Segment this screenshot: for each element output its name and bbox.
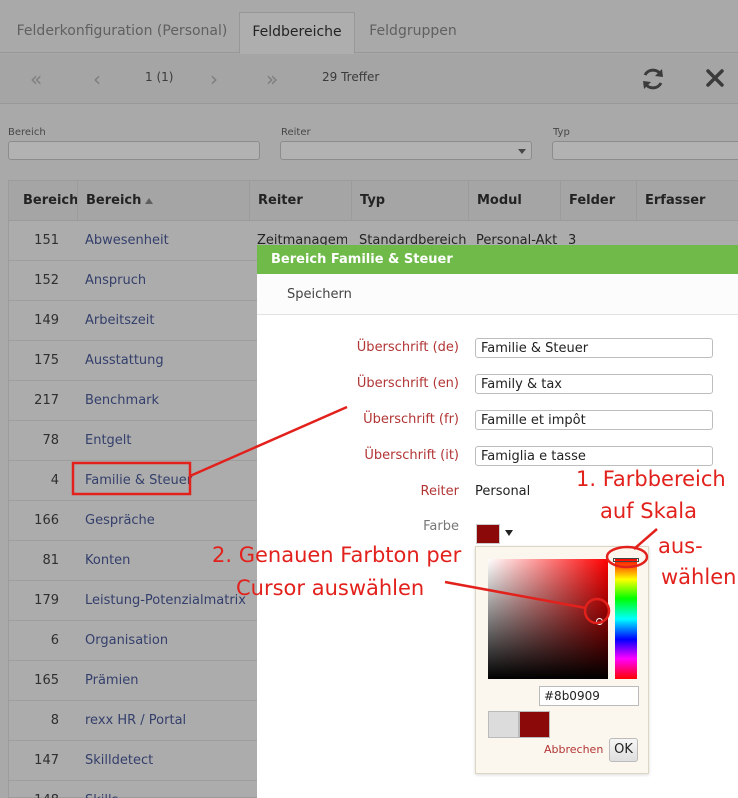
label-heading-en: Überschrift (en) <box>356 376 459 391</box>
color-swatch <box>476 524 500 544</box>
value-reiter: Personal <box>475 484 531 499</box>
input-heading-de[interactable] <box>475 338 713 358</box>
input-heading-it[interactable] <box>475 446 713 466</box>
label-heading-it: Überschrift (it) <box>364 448 459 463</box>
label-heading-fr: Überschrift (fr) <box>363 412 459 427</box>
caret-down-icon <box>505 530 513 536</box>
dialog-title: Bereich Familie & Steuer <box>257 245 738 274</box>
cancel-link[interactable]: Abbrechen <box>544 743 603 756</box>
hue-slider[interactable] <box>615 559 637 679</box>
annotation-step1-line1: 1. Farbbereich <box>576 467 726 491</box>
input-heading-fr[interactable] <box>475 410 713 430</box>
color-cursor[interactable] <box>596 618 603 625</box>
annotation-step1-line4: wählen <box>661 565 737 589</box>
input-heading-en[interactable] <box>475 374 713 394</box>
annotation-step2-line1: 2. Genauen Farbton per <box>212 543 462 567</box>
hex-input[interactable] <box>539 686 639 706</box>
annotation-step2-line2: Cursor auswählen <box>236 576 425 600</box>
previous-color-preview <box>488 711 519 738</box>
sv-black-layer <box>488 559 608 679</box>
label-heading-de: Überschrift (de) <box>356 340 459 355</box>
dialog-toolbar: Speichern <box>257 274 738 315</box>
label-farbe: Farbe <box>423 519 459 534</box>
annotation-step1-line2: auf Skala <box>600 499 697 523</box>
color-picker-popup: Abbrechen OK <box>475 546 649 774</box>
label-reiter: Reiter <box>420 484 460 499</box>
ok-button[interactable]: OK <box>609 738 638 762</box>
hue-slider-handle[interactable] <box>613 558 639 562</box>
save-button[interactable]: Speichern <box>287 274 352 315</box>
new-color-preview <box>519 711 550 738</box>
page: Felderkonfiguration (Personal) Feldberei… <box>0 0 738 798</box>
color-picker-toggle[interactable] <box>475 517 517 547</box>
saturation-value-field[interactable] <box>488 559 608 679</box>
annotation-step1-line3: aus- <box>658 534 703 558</box>
